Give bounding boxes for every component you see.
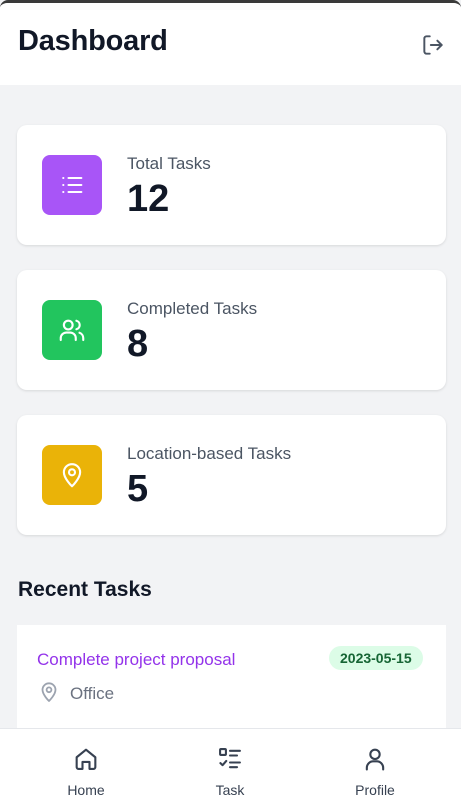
bottom-nav: Home Task Profile	[0, 728, 461, 807]
top-header: Dashboard	[0, 3, 461, 85]
stat-label: Location-based Tasks	[127, 444, 292, 463]
recent-tasks-heading: Recent Tasks	[18, 578, 152, 601]
task-list-icon	[216, 745, 244, 773]
app-frame: Dashboard Total Tasks 12 Completed Tasks…	[0, 0, 461, 807]
nav-label: Task	[215, 782, 245, 798]
home-icon	[72, 745, 100, 773]
stat-value: 8	[127, 323, 149, 365]
stat-card-location-tasks[interactable]: Location-based Tasks 5	[17, 415, 446, 535]
task-location-label: Office	[70, 684, 115, 703]
task-date-badge: 2023-05-15	[329, 646, 423, 670]
user-icon	[361, 745, 389, 773]
stat-label: Total Tasks	[127, 154, 211, 173]
task-location: Office	[37, 681, 114, 707]
nav-item-task[interactable]: Task	[170, 729, 290, 807]
task-title[interactable]: Complete project proposal	[37, 650, 235, 670]
stat-label: Completed Tasks	[127, 299, 258, 318]
users-icon	[42, 300, 102, 360]
stat-card-completed-tasks[interactable]: Completed Tasks 8	[17, 270, 446, 390]
list-icon	[42, 155, 102, 215]
stat-value: 12	[127, 178, 170, 220]
nav-item-profile[interactable]: Profile	[315, 729, 435, 807]
map-pin-icon	[42, 445, 102, 505]
logout-icon[interactable]	[420, 32, 446, 58]
nav-item-home[interactable]: Home	[26, 729, 146, 807]
stat-value: 5	[127, 468, 149, 510]
nav-label: Home	[67, 782, 105, 798]
page-title: Dashboard	[18, 25, 168, 57]
map-pin-icon	[37, 680, 61, 709]
task-item[interactable]: Complete project proposal 2023-05-15 Off…	[17, 625, 446, 735]
nav-label: Profile	[355, 782, 395, 798]
stat-card-total-tasks[interactable]: Total Tasks 12	[17, 125, 446, 245]
